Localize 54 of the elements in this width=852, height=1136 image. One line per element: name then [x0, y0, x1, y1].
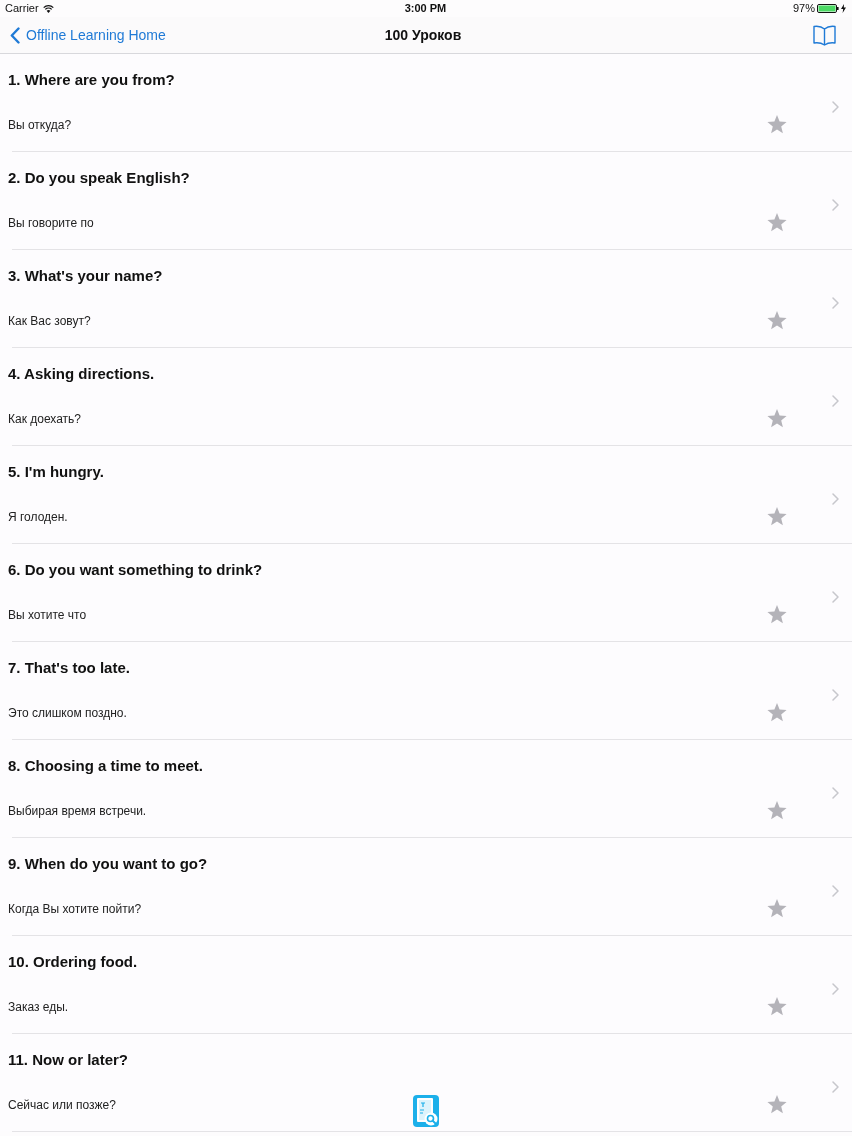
lesson-title: 2. Do you speak English? — [8, 168, 190, 188]
book-icon[interactable] — [813, 24, 836, 46]
lesson-title: 4. Asking directions. — [8, 364, 155, 384]
star-icon[interactable] — [767, 899, 787, 918]
lesson-title: 3. What's your name? — [8, 266, 163, 286]
chevron-right-icon — [832, 492, 839, 505]
star-icon[interactable] — [767, 1095, 787, 1114]
lesson-title: 11. Now or later? — [8, 1050, 129, 1070]
lesson-title: 9. When do you want to go? — [8, 854, 208, 874]
status-time: 3:00 PM — [404, 2, 447, 15]
lesson-translation: Вы говорите по — [8, 215, 94, 231]
lesson-translation: Это слишком поздно. — [8, 705, 127, 721]
star-icon[interactable] — [767, 213, 787, 232]
star-icon[interactable] — [767, 801, 787, 820]
battery-percent: 97% — [792, 2, 815, 15]
dictionary-search-icon[interactable] — [413, 1095, 439, 1127]
chevron-right-icon — [832, 394, 839, 407]
chevron-right-icon — [832, 786, 839, 799]
lesson-title: 6. Do you want something to drink? — [8, 560, 263, 580]
chevron-left-icon — [10, 26, 20, 44]
lesson-translation: Заказ еды. — [8, 999, 69, 1015]
star-icon[interactable] — [767, 703, 787, 722]
lesson-translation: Сейчас или позже? — [8, 1097, 116, 1113]
lesson-title: 10. Ordering food. — [8, 952, 138, 972]
chevron-right-icon — [832, 1080, 839, 1093]
chevron-right-icon — [832, 100, 839, 113]
star-icon[interactable] — [767, 507, 787, 526]
lesson-translation: Вы хотите что — [8, 607, 87, 623]
lesson-title: 8. Choosing a time to meet. — [8, 756, 204, 776]
lesson-translation: Вы откуда? — [8, 117, 72, 133]
chevron-right-icon — [832, 590, 839, 603]
chevron-right-icon — [832, 884, 839, 897]
lesson-translation: Выбирая время встречи. — [8, 803, 147, 819]
back-button[interactable]: Offline Learning Home — [10, 26, 166, 44]
lesson-translation: Когда Вы хотите пойти? — [8, 901, 142, 917]
star-icon[interactable] — [767, 409, 787, 428]
wifi-icon — [42, 4, 54, 13]
chevron-right-icon — [832, 198, 839, 211]
chevron-right-icon — [832, 688, 839, 701]
carrier-name: Carrier — [5, 2, 39, 15]
chevron-right-icon — [832, 296, 839, 309]
battery-icon — [817, 4, 839, 13]
lesson-title: 5. I'm hungry. — [8, 462, 104, 482]
lesson-translation: Как Вас зовут? — [8, 313, 91, 329]
nav-title: 100 Уроков — [384, 27, 462, 43]
lesson-title: 7. That's too late. — [8, 658, 130, 678]
star-icon[interactable] — [767, 997, 787, 1016]
chevron-right-icon — [832, 982, 839, 995]
lesson-title: 1. Where are you from? — [8, 70, 175, 90]
star-icon[interactable] — [767, 115, 787, 134]
star-icon[interactable] — [767, 311, 787, 330]
lesson-translation: Как доехать? — [8, 411, 82, 427]
lesson-translation: Я голоден. — [8, 509, 68, 525]
star-icon[interactable] — [767, 605, 787, 624]
